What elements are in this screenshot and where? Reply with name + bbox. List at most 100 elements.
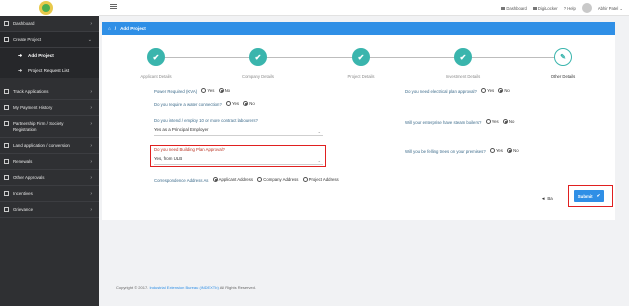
option-label: Yes	[232, 101, 240, 106]
water-yes-option[interactable]: Yes	[225, 101, 239, 106]
option-label: Yes	[207, 88, 215, 93]
home-icon[interactable]: ⌂	[108, 26, 111, 31]
electrical-yes-option[interactable]: Yes	[480, 88, 494, 93]
help-link-label: Help	[567, 5, 576, 11]
chevron-down-icon: ⌄	[317, 158, 321, 163]
boilers-question: Will your enterprise have steam boilers?…	[405, 119, 514, 125]
laborers-question: Do you intend / employ 10 or more contra…	[154, 118, 258, 123]
laborers-select[interactable]: Yes as a Principal Employer ⌄	[154, 127, 323, 136]
radio[interactable]	[212, 177, 218, 182]
boilers-yes-option[interactable]: Yes	[485, 119, 499, 124]
sidebar-item-label: Land application / conversion	[13, 143, 70, 148]
water-question: Do you require a water connection? Yes N…	[154, 101, 255, 107]
step-project-details[interactable]: ✔	[352, 48, 370, 66]
correspondence-option-company[interactable]: Company Address	[256, 177, 298, 182]
radio[interactable]	[302, 177, 308, 182]
sidebar-item-track-applications[interactable]: Track Applications ›	[0, 84, 99, 100]
page-title: Add Project	[120, 26, 146, 31]
menu-toggle-icon[interactable]	[110, 4, 117, 9]
power-yes-option[interactable]: Yes	[200, 88, 214, 93]
logo	[39, 1, 53, 15]
edit-icon: ✎	[560, 54, 566, 61]
step-other-details[interactable]: ✎	[554, 48, 572, 66]
correspondence-question: Correspondence Address As Applicant Addr…	[154, 177, 339, 183]
radio[interactable]	[489, 148, 495, 153]
correspondence-option-applicant[interactable]: Applicant Address	[212, 177, 253, 182]
help-link[interactable]: ? Help	[564, 6, 576, 11]
sidebar-item-label: Create Project	[13, 37, 42, 42]
water-question-label: Do you require a water connection?	[154, 102, 222, 107]
submit-button[interactable]: Submit ✔	[574, 190, 604, 202]
step-applicant-details[interactable]: ✔	[147, 48, 165, 66]
sidebar-item-grievance[interactable]: Grievance ›	[0, 202, 99, 218]
radio[interactable]	[257, 177, 263, 182]
electrical-no-option[interactable]: No	[497, 88, 510, 93]
sidebar-item-other-approvals[interactable]: Other Approvals ›	[0, 170, 99, 186]
power-question-label: Power Required (KVA)	[154, 89, 198, 94]
sidebar-item-land-application[interactable]: Land application / conversion ›	[0, 138, 99, 154]
dashboard-icon	[501, 6, 506, 10]
chevron-right-icon: ›	[90, 105, 92, 111]
sidebar-item-label: Track Applications	[13, 89, 49, 94]
step-label-active: Other Details	[550, 74, 576, 79]
correspondence-option-project[interactable]: Project Address	[302, 177, 339, 182]
sidebar-item-label: Dashboard	[13, 21, 35, 26]
radio[interactable]	[502, 119, 508, 124]
lock-icon	[532, 6, 537, 10]
footer-rights: All Rights Reserved.	[219, 285, 256, 290]
sidebar-item-create-project[interactable]: Create Project ⌄	[0, 32, 99, 48]
electrical-question-label: Do you need electrical plan approval?	[405, 89, 477, 94]
user-menu[interactable]: Abhir Patel ⌄	[598, 6, 623, 11]
sidebar-subitem-add-project[interactable]: ➜ Add Project	[0, 48, 99, 63]
boilers-no-option[interactable]: No	[502, 119, 514, 124]
radio[interactable]	[243, 101, 249, 106]
sidebar-item-payment-history[interactable]: My Payment History ›	[0, 100, 99, 116]
chevron-right-icon: ›	[90, 21, 92, 27]
trees-no-option[interactable]: No	[506, 148, 519, 153]
submit-button-label: Submit	[577, 193, 593, 199]
radio[interactable]	[485, 119, 491, 124]
check-icon: ✔	[596, 193, 601, 198]
sidebar-item-incentives[interactable]: Incentives ›	[0, 186, 99, 202]
sidebar-item-partnership-registration[interactable]: Partnership Firm / Society Registration …	[0, 116, 99, 138]
chevron-right-icon: ›	[90, 175, 92, 181]
grid-icon	[4, 89, 9, 94]
sidebar-item-dashboard[interactable]: Dashboard ›	[0, 16, 99, 32]
sidebar-item-label: Renewals	[13, 159, 33, 164]
footer-link[interactable]: Industrial Extension Bureau (iNDEXTb)	[149, 285, 218, 290]
radio[interactable]	[218, 88, 224, 93]
file-icon	[4, 159, 9, 164]
sidebar-subitem-project-request-list[interactable]: ➜ Project Request List	[0, 63, 99, 78]
sidebar-item-renewals[interactable]: Renewals ›	[0, 154, 99, 170]
building-select[interactable]: Yes, from ULB ⌄	[154, 156, 323, 165]
footer-copyright: Copyright © 2017.	[116, 285, 149, 290]
back-button[interactable]: ◄ Back	[541, 193, 557, 203]
sidebar-subitem-label: Project Request List	[28, 68, 70, 73]
option-label: No	[224, 88, 231, 93]
radio[interactable]	[201, 88, 207, 93]
step-investment-details[interactable]: ✔	[454, 48, 472, 66]
step-company-details[interactable]: ✔	[249, 48, 267, 66]
radio[interactable]	[226, 101, 232, 106]
water-no-option[interactable]: No	[242, 101, 255, 106]
sidebar-item-label: My Payment History	[13, 105, 53, 110]
sidebar-item-label: Incentives	[13, 191, 33, 196]
chevron-right-icon: ›	[90, 143, 92, 149]
sidebar-item-label: Other Approvals	[13, 175, 45, 180]
breadcrumb: ⌂ / Add Project	[102, 22, 615, 35]
radio[interactable]	[481, 88, 487, 93]
radio[interactable]	[507, 148, 513, 153]
card-icon	[4, 105, 9, 110]
dashboard-link[interactable]: Dashboard	[501, 6, 527, 11]
chevron-down-icon: ⌄	[87, 37, 92, 43]
boilers-question-label: Will your enterprise have steam boilers?	[405, 120, 482, 125]
step-label: Company Details	[242, 74, 274, 79]
digilocker-link[interactable]: DigiLocker	[532, 6, 558, 11]
trees-yes-option[interactable]: Yes	[489, 148, 503, 153]
footer: Copyright © 2017. Industrial Extension B…	[116, 285, 256, 290]
sidebar-item-label: Grievance	[13, 207, 34, 212]
radio[interactable]	[498, 88, 504, 93]
avatar[interactable]	[581, 3, 592, 13]
power-no-option[interactable]: No	[218, 88, 231, 93]
option-label: Project Address	[308, 177, 339, 182]
